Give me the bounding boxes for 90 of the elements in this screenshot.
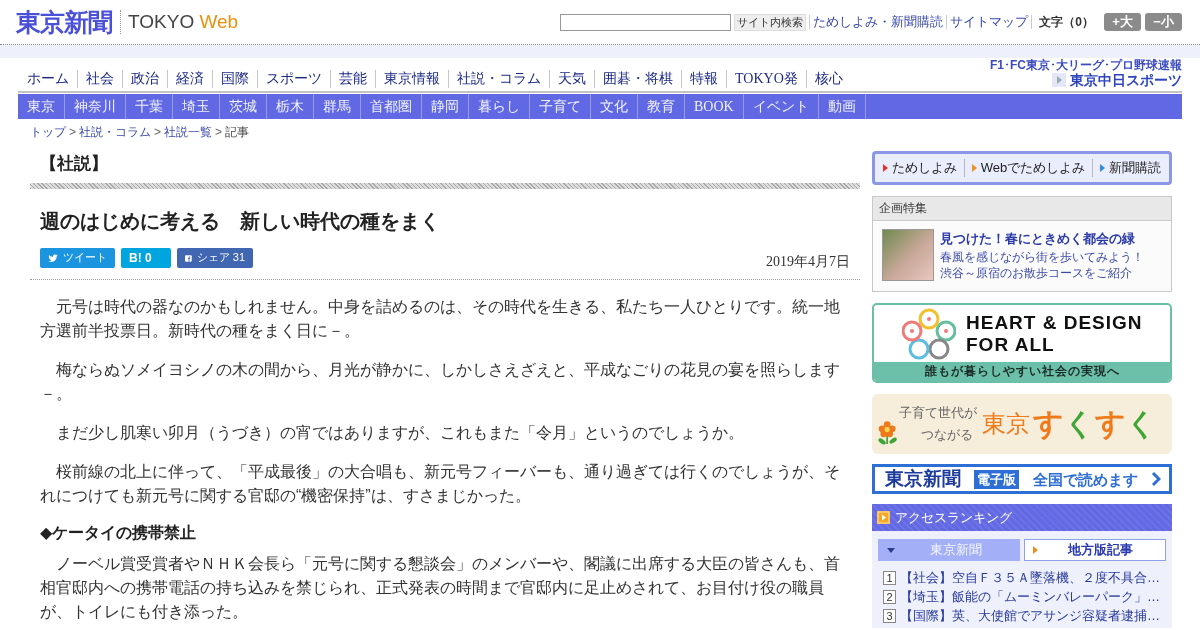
banner-lead: つながる [920, 426, 974, 444]
article-paragraph: 梅ならぬソメイヨシノの木の間から、月光が静かに、しかしさえざえと、平成なごりの花見の宴を照らします－。 [40, 360, 841, 404]
nav-link[interactable]: スポーツ [258, 70, 330, 88]
ranking-link[interactable]: 【埼玉】飯能の「ムーミンバレーパーク」… [900, 587, 1160, 606]
nav-link[interactable]: TOKYO発 [727, 70, 806, 88]
article-paragraph: 元号は時代の器なのかもしれません。中身を詰めるのは、その時代を生きる、私たち一人ひとりです。統一地方選前半投票日。新時代の種をまく日に－。 [40, 297, 841, 341]
feature-description: 春風を感じながら街を歩いてみよう！ [940, 249, 1144, 265]
rank-number: 1 [883, 570, 896, 585]
region-link[interactable]: 文化 [591, 94, 638, 119]
breadcrumb-link[interactable]: トップ [30, 125, 66, 140]
region-link[interactable]: BOOK [685, 94, 744, 119]
banner-badge: 電子版 [974, 469, 1020, 489]
region-link[interactable]: イベント [743, 94, 819, 119]
search-button[interactable]: サイト内検索 [734, 13, 807, 31]
search-field[interactable] [560, 13, 732, 31]
region-link[interactable]: 埼玉 [173, 94, 220, 119]
region-link[interactable]: 首都圏 [361, 94, 422, 119]
region-link[interactable]: 暮らし [469, 94, 530, 119]
rings-logo-icon [902, 307, 956, 360]
nav-link[interactable]: 社会 [78, 70, 122, 88]
region-link[interactable]: 群馬 [314, 94, 361, 119]
header-link[interactable]: サイトマップ [950, 12, 1029, 32]
section-label: 【社説】 [40, 153, 109, 175]
banner-title: FOR ALL [966, 333, 1056, 356]
site-logo[interactable]: 東京新聞 [16, 8, 112, 36]
nav-link[interactable]: 天気 [550, 70, 594, 88]
bird-icon [48, 252, 58, 264]
region-link[interactable]: 茨城 [220, 94, 267, 119]
ranking-link[interactable]: 【社会】空自Ｆ３５Ａ墜落機、２度不具合… [900, 568, 1160, 587]
feature-heading: 企画特集 [873, 197, 1171, 221]
nav-link[interactable]: 特報 [682, 70, 726, 88]
banner-lead: 子育て世代が [899, 404, 977, 422]
article-title: 週のはじめに考える 新しい時代の種をまく [40, 209, 441, 234]
breadcrumb-separator: > [215, 125, 223, 140]
nav-link[interactable]: 核心 [806, 70, 851, 88]
region-link[interactable]: 動画 [818, 94, 866, 119]
nav-link[interactable]: 囲碁・将棋 [595, 70, 681, 88]
nav-link[interactable]: 社説・コラム [449, 70, 549, 88]
nav-link[interactable]: 国際 [213, 70, 257, 88]
banner-logo: 東京新聞 [885, 466, 961, 491]
banner-text: 全国で読めます [1032, 469, 1138, 490]
sports-link[interactable]: 東京中日スポーツ [1070, 72, 1182, 88]
rank-number: 3 [883, 608, 896, 623]
banner[interactable]: 東京新聞 電子版 全国で読めます [872, 464, 1172, 494]
nav-link[interactable]: ホーム [19, 70, 77, 88]
sports-caption: F1･FC東京･大リーグ･プロ野球速報 [990, 58, 1182, 72]
article-paragraph: まだ少し肌寒い卯月（うづき）の宵ではありますが、これもまた「令月」というのでしょうか。 [55, 423, 745, 443]
region-link[interactable]: 神奈川 [65, 94, 126, 119]
banner-title: HEART & DESIGN [966, 311, 1143, 334]
arrow-square-icon [877, 511, 890, 524]
publish-date: 2019年4月7日 [766, 254, 850, 270]
region-link[interactable]: 教育 [638, 94, 685, 119]
triangle-icon [1033, 546, 1038, 554]
font-size-label: 文字（0） [1039, 13, 1094, 31]
ranking-link[interactable]: 【国際】英、大使館でアサンジ容疑者逮捕… [900, 606, 1160, 625]
feature-description: 渋谷～原宿のお散歩コースをご紹介 [940, 265, 1133, 281]
nav-link[interactable]: 政治 [123, 70, 167, 88]
rank-number: 2 [883, 589, 896, 604]
banner[interactable]: HEART & DESIGN FOR ALL 誰もが暮らしやすい社会の実現へ [872, 303, 1172, 383]
breadcrumb-current: 記事 [225, 125, 250, 140]
region-link[interactable]: 東京 [18, 94, 65, 119]
nav-link[interactable]: 東京情報 [376, 70, 448, 88]
flower-icon [877, 420, 899, 446]
site-name: TOKYO Web [128, 10, 239, 34]
trial-link[interactable]: ためしよみ [882, 158, 957, 178]
feature-title-link[interactable]: 見つけた！春にときめく都会の緑 [940, 229, 1144, 249]
photo-placeholder[interactable] [882, 229, 934, 281]
breadcrumb-separator: > [69, 125, 76, 140]
ranking-tab[interactable]: 地方版記事 [1024, 539, 1166, 561]
breadcrumb-link[interactable]: 社説・コラム [79, 125, 151, 140]
ranking-title: アクセスランキング [895, 509, 1012, 527]
region-link[interactable]: 子育て [530, 94, 591, 119]
region-link[interactable]: 千葉 [126, 94, 173, 119]
share-button[interactable]: シェア 31 [177, 248, 253, 268]
region-link[interactable]: 栃木 [267, 94, 314, 119]
caret-icon [887, 547, 895, 553]
article-paragraph: ノーベル賞受賞者やＮＨＫ会長ら「元号に関する懇談会」のメンバーや、閣議に出席する大臣の皆さんも、首相官邸内への携帯電話の持ち込みを禁じられ、正式発表の時間まで官邸内に足止めされて、お目付け役の職員が、トイレにも付き添った。 [40, 554, 841, 622]
nav-link[interactable]: 経済 [168, 70, 212, 88]
banner-place: 東京 [982, 409, 1030, 439]
header-link[interactable]: ためしよみ・新聞購読 [813, 12, 944, 32]
region-link[interactable]: 静岡 [422, 94, 469, 119]
trial-link[interactable]: 新聞購読 [1100, 158, 1162, 178]
trial-link[interactable]: Webでためしよみ [971, 158, 1086, 178]
banner-tagline: 誰もが暮らしやすい社会の実現へ [874, 362, 1170, 381]
article-paragraph: 桜前線の北上に伴って、「平成最後」の大合唱も、新元号フィーバーも、通り過ぎては行くのでしょうが、それにつけても新元号に関する官邸の“機密保持”は、すさまじかった。 [40, 462, 841, 506]
nav-link[interactable]: 芸能 [331, 70, 375, 88]
chevron-icon [1151, 471, 1161, 487]
breadcrumb-link[interactable]: 社説一覧 [164, 125, 213, 140]
article-subheading: ◆ケータイの携帯禁止 [40, 523, 198, 543]
breadcrumb-separator: > [154, 125, 162, 140]
